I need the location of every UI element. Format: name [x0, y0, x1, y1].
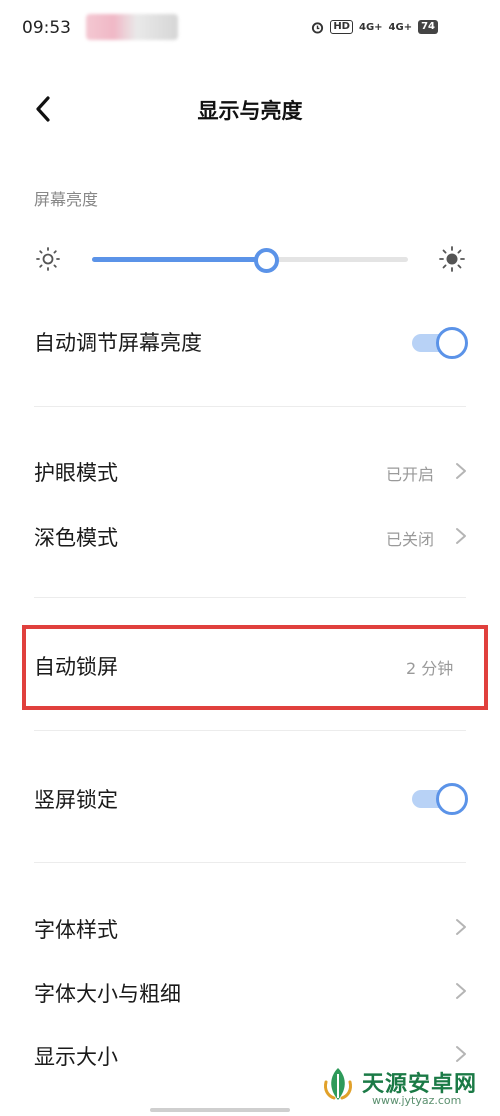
hd-badge: HD: [330, 20, 353, 34]
eye-care-status: 已开启: [386, 465, 435, 484]
chevron-right-icon: [456, 919, 466, 935]
status-time: 09:53: [22, 18, 71, 38]
dark-mode-label[interactable]: 深色模式: [34, 522, 118, 552]
auto-lock-value: 2 分钟: [406, 659, 454, 678]
font-style-label[interactable]: 字体样式: [34, 914, 118, 944]
home-indicator[interactable]: [150, 1108, 290, 1112]
font-size-weight-label[interactable]: 字体大小与粗细: [34, 978, 181, 1008]
brightness-section-label: 屏幕亮度: [34, 190, 99, 209]
dark-mode-status: 已关闭: [386, 530, 435, 549]
divider: [34, 406, 466, 407]
network-indicator-2: 4G+: [388, 21, 413, 33]
watermark-logo-icon: [324, 1068, 352, 1100]
toggle-knob: [436, 783, 468, 815]
divider: [34, 862, 466, 863]
brightness-slider-fill: [92, 257, 266, 262]
chevron-right-icon: [456, 463, 466, 479]
chevron-right-icon: [456, 528, 466, 544]
status-icons: HD 4G+ 4G+ 74: [311, 20, 438, 34]
divider: [34, 730, 466, 731]
auto-brightness-toggle[interactable]: [412, 325, 468, 361]
battery-icon: 74: [418, 20, 438, 34]
chevron-right-icon: [456, 983, 466, 999]
portrait-lock-label: 竖屏锁定: [34, 788, 118, 812]
brightness-high-icon: [439, 246, 465, 272]
auto-brightness-label: 自动调节屏幕亮度: [34, 331, 202, 355]
blurred-notification-icons: [86, 14, 178, 40]
brightness-low-icon: [36, 247, 60, 271]
eye-care-label[interactable]: 护眼模式: [34, 457, 118, 487]
page-title: 显示与亮度: [197, 99, 303, 123]
brightness-slider-thumb[interactable]: [253, 248, 279, 273]
toggle-knob: [436, 327, 468, 359]
chevron-right-icon: [456, 1046, 466, 1062]
portrait-lock-toggle[interactable]: [412, 781, 468, 817]
auto-lock-label[interactable]: 自动锁屏: [34, 651, 118, 681]
alarm-icon: [312, 21, 324, 34]
divider: [34, 597, 466, 598]
display-size-label[interactable]: 显示大小: [34, 1041, 118, 1071]
network-indicator-1: 4G+: [358, 21, 383, 33]
watermark-url: www.jytyaz.com: [372, 1094, 462, 1107]
